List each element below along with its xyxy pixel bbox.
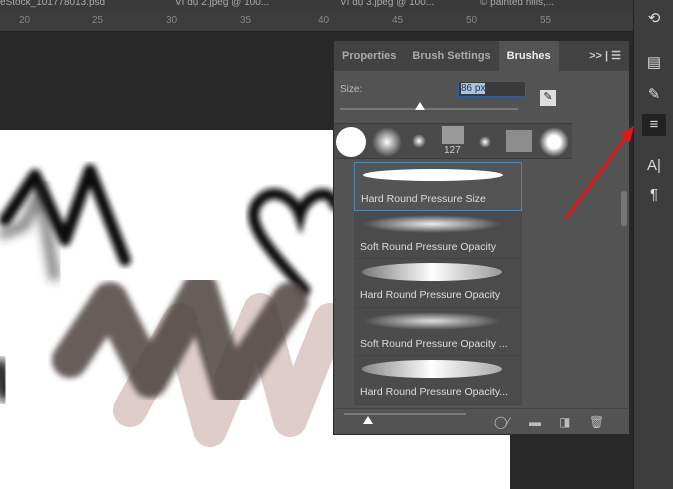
preset-texture-2[interactable] xyxy=(506,130,532,152)
preview-size-slider[interactable] xyxy=(344,413,466,424)
ruler-label: 50 xyxy=(466,15,478,26)
scrollbar[interactable] xyxy=(621,191,627,226)
paragraph-icon[interactable]: ¶ xyxy=(642,184,666,206)
size-value: 86 px xyxy=(461,83,486,94)
brush-name: Hard Round Pressure Size xyxy=(361,193,486,205)
ruler-label: 25 xyxy=(92,15,104,26)
ruler-label: 35 xyxy=(240,15,252,26)
brush-item[interactable]: Soft Round Pressure Opacity ... xyxy=(354,307,522,356)
brush-preview xyxy=(362,360,502,378)
brushes-panel: Properties Brush Settings Brushes >> | ☰… xyxy=(333,40,630,435)
brush-item[interactable]: Hard Round Pressure Opacity... xyxy=(354,356,522,405)
history-icon[interactable]: ⟲ xyxy=(642,8,666,30)
size-input[interactable]: 86 px xyxy=(458,81,526,97)
size-label: Size: xyxy=(340,84,363,95)
preset-count: 127 xyxy=(444,145,461,156)
size-slider[interactable] xyxy=(340,102,518,110)
stroke-m-2 xyxy=(0,172,60,281)
stroke-m xyxy=(0,164,131,266)
ruler-label: 30 xyxy=(166,15,178,26)
doc-tab[interactable]: eStock_101778013.psd xyxy=(0,0,105,8)
brush-preview xyxy=(362,311,502,330)
brush-name: Soft Round Pressure Opacity xyxy=(360,240,496,253)
preset-airbrush[interactable] xyxy=(539,127,569,157)
panel-footer: ◯⁄ ▬ ◨ 🗑 xyxy=(334,408,629,434)
size-slider-thumb[interactable] xyxy=(415,102,426,110)
character-icon[interactable]: A| xyxy=(642,155,666,177)
panel-menu-button[interactable]: >> | ☰ xyxy=(581,41,629,71)
document-tabs: eStock_101778013.psd Ví dụ 2.jpeg @ 100.… xyxy=(0,0,633,12)
tab-brushes[interactable]: Brushes xyxy=(498,41,559,71)
new-brush-icon[interactable]: ◨ xyxy=(559,415,570,429)
ruler-label: 55 xyxy=(540,15,552,26)
preset-tiny-soft[interactable] xyxy=(479,136,491,148)
preset-small-soft[interactable] xyxy=(412,134,426,148)
brush-list: Hard Round Pressure Size Soft Round Pres… xyxy=(354,162,522,405)
preset-soft-round[interactable] xyxy=(372,127,402,157)
stroke-heart xyxy=(248,188,341,296)
preview-slider-thumb[interactable] xyxy=(363,416,374,424)
folder-icon[interactable]: ▬ xyxy=(529,415,541,429)
brush-preview xyxy=(362,263,502,281)
ruler-label: 45 xyxy=(392,15,404,26)
brush-item[interactable]: Hard Round Pressure Opacity xyxy=(354,259,522,308)
ruler-label: 40 xyxy=(318,15,330,26)
preset-texture[interactable] xyxy=(442,126,464,144)
brush-name: Hard Round Pressure Opacity... xyxy=(360,386,509,398)
ruler-label: 20 xyxy=(19,15,31,26)
libraries-icon[interactable]: ▤ xyxy=(642,52,666,74)
brush-presets: 127 xyxy=(334,123,572,159)
trash-icon[interactable]: 🗑 xyxy=(589,415,604,429)
brush-preview xyxy=(363,169,503,181)
doc-tab[interactable]: Ví dụ 3.jpeg @ 100... xyxy=(340,0,434,8)
tab-properties[interactable]: Properties xyxy=(334,41,404,71)
right-tool-strip: ⟲ ▤ ✎ ≡ A| ¶ xyxy=(633,0,673,489)
overflow-icon: >> xyxy=(589,50,602,62)
brush-preview xyxy=(362,214,502,233)
toggle-preview-icon[interactable]: ◯⁄ xyxy=(494,415,509,429)
doc-tab[interactable]: © painted hills,... xyxy=(480,0,554,8)
brush-name: Hard Round Pressure Opacity xyxy=(360,289,501,301)
horizontal-ruler: 20 25 30 35 40 45 50 55 xyxy=(0,12,633,32)
tab-brush-settings[interactable]: Brush Settings xyxy=(404,41,498,71)
brush-settings-icon[interactable]: ✎ xyxy=(642,84,666,106)
brushes-icon[interactable]: ≡ xyxy=(642,114,666,136)
brush-name: Soft Round Pressure Opacity ... xyxy=(360,337,508,350)
brush-item[interactable]: Hard Round Pressure Size xyxy=(354,162,522,211)
brush-item[interactable]: Soft Round Pressure Opacity xyxy=(354,210,522,259)
panel-tabs: Properties Brush Settings Brushes >> | ☰ xyxy=(334,41,629,71)
preset-hard-round[interactable] xyxy=(336,127,366,157)
new-brush-icon[interactable]: ✎ xyxy=(540,90,556,106)
doc-tab[interactable]: Ví dụ 2.jpeg @ 100... xyxy=(175,0,269,8)
stroke-left xyxy=(0,359,12,401)
